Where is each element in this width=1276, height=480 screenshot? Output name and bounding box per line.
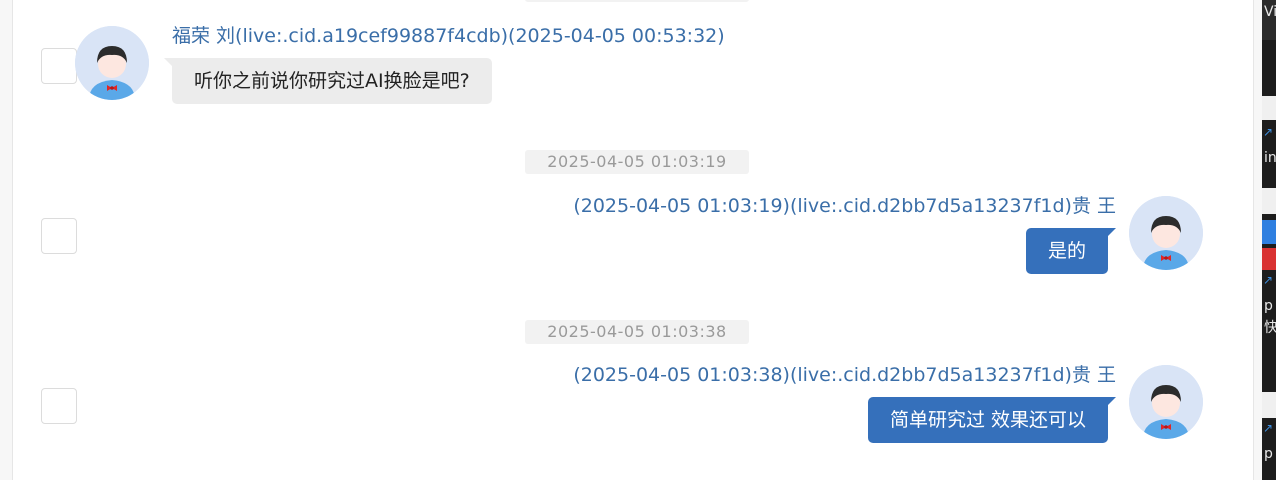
strip-segment xyxy=(1262,96,1276,120)
app-window: 福荣 刘(live:.cid.a19cef99887f4cdb)(2025-04… xyxy=(0,0,1276,480)
strip-text-fragment: Vir xyxy=(1264,4,1276,20)
message-select-checkbox[interactable] xyxy=(41,218,77,254)
outgoing-message-bubble[interactable]: 是的 xyxy=(1025,228,1117,274)
timestamp-divider-partial xyxy=(525,0,749,2)
message-sender-header: 福荣 刘(live:.cid.a19cef99887f4cdb)(2025-04… xyxy=(172,25,725,47)
timestamp-divider: 2025-04-05 01:03:19 xyxy=(525,150,749,174)
strip-text-fragment: p xyxy=(1264,446,1273,462)
external-link-icon[interactable]: ↗ xyxy=(1263,126,1273,138)
strip-segment xyxy=(1262,188,1276,214)
user-avatar-icon xyxy=(1129,196,1203,270)
user-avatar-icon xyxy=(1129,365,1203,439)
strip-segment xyxy=(1262,248,1276,270)
external-link-icon[interactable]: ↗ xyxy=(1263,422,1273,434)
message-sender-header: (2025-04-05 01:03:19)(live:.cid.d2bb7d5a… xyxy=(573,195,1116,217)
adjacent-window-strip: Vir ↗ in ↗ p 快 ↗ p xyxy=(1262,0,1276,480)
outgoing-message-bubble[interactable]: 简单研究过 效果还可以 xyxy=(867,397,1117,443)
avatar[interactable] xyxy=(75,26,149,100)
message-select-checkbox[interactable] xyxy=(41,388,77,424)
message-sender-header: (2025-04-05 01:03:38)(live:.cid.d2bb7d5a… xyxy=(573,364,1116,386)
incoming-message-bubble[interactable]: 听你之前说你研究过AI换脸是吧? xyxy=(164,58,492,104)
external-link-icon[interactable]: ↗ xyxy=(1263,274,1273,286)
strip-segment xyxy=(1262,392,1276,418)
strip-segment xyxy=(1262,220,1276,244)
user-avatar-icon xyxy=(75,26,149,100)
message-select-checkbox[interactable] xyxy=(41,48,77,84)
chat-history-panel[interactable]: 福荣 刘(live:.cid.a19cef99887f4cdb)(2025-04… xyxy=(12,0,1254,480)
avatar[interactable] xyxy=(1129,196,1203,270)
strip-text-fragment: p xyxy=(1264,298,1273,314)
timestamp-divider: 2025-04-05 01:03:38 xyxy=(525,320,749,344)
strip-text-fragment: in xyxy=(1264,150,1276,166)
strip-text-fragment: 快 xyxy=(1264,320,1276,336)
avatar[interactable] xyxy=(1129,365,1203,439)
